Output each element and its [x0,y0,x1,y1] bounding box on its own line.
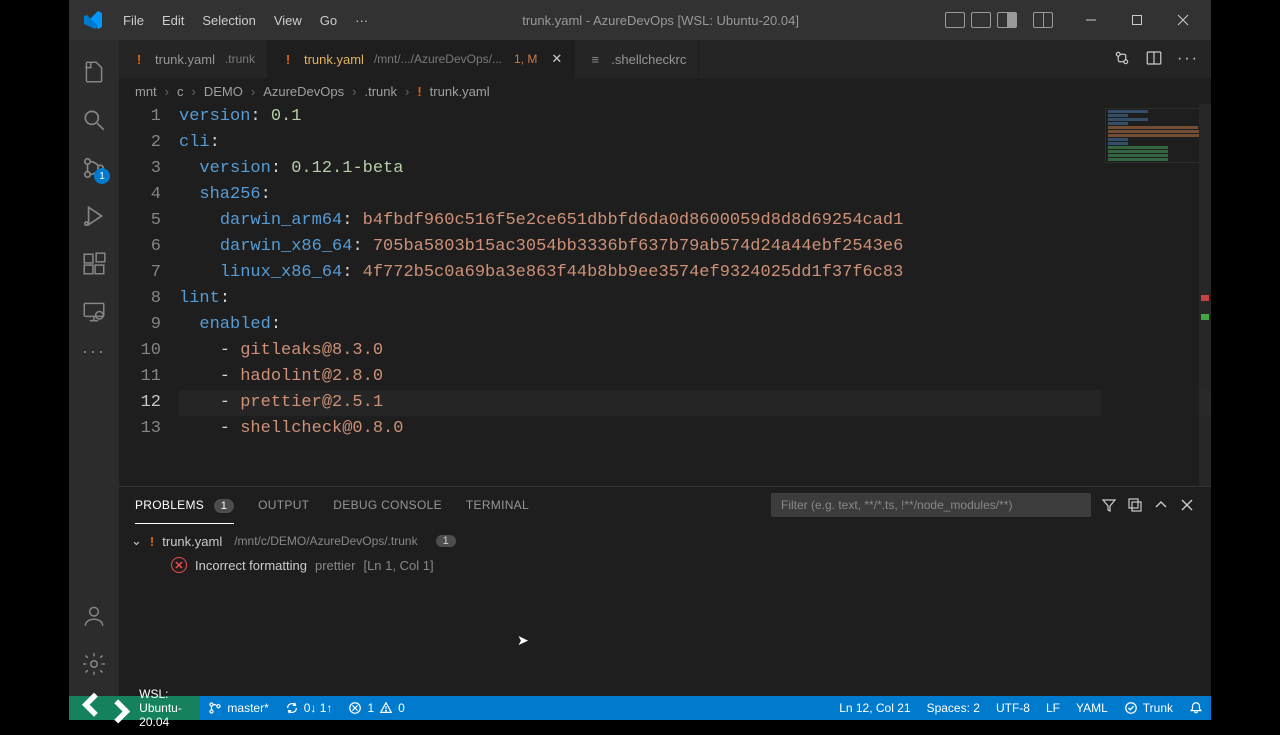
scm-badge: 1 [94,168,110,184]
close-icon[interactable]: ✕ [551,51,562,67]
status-trunk-label: Trunk [1143,701,1173,715]
run-debug-icon[interactable] [70,192,118,240]
status-remote-label: WSL: Ubuntu-20.04 [139,687,190,729]
tab-trunk-yaml-2[interactable]: ! trunk.yaml /mnt/.../AzureDevOps/... 1,… [268,40,575,78]
minimap[interactable]: T [1101,104,1211,486]
yaml-file-icon: ! [280,51,296,67]
menu-file[interactable]: File [115,9,152,32]
problems-count-badge: 1 [214,499,234,513]
tab-problem-indicator: 1, M [514,52,537,66]
line-number-gutter: 12345678910111213 [119,104,179,486]
status-problems[interactable]: 1 0 [340,696,412,720]
tab-output[interactable]: OUTPUT [258,494,309,516]
status-branch[interactable]: master* [200,696,276,720]
breadcrumb[interactable]: mnt› c› DEMO› AzureDevOps› .trunk› ! tru… [119,78,1211,104]
tab-label: trunk.yaml [304,52,364,67]
layout-icon-4[interactable] [1033,12,1053,28]
code-content[interactable]: version: 0.1cli: version: 0.12.1-beta sh… [179,104,1211,486]
menu-more[interactable]: ··· [347,9,376,32]
source-control-icon[interactable]: 1 [70,144,118,192]
problem-message: Incorrect formatting [195,558,307,573]
editor-tabs: ! trunk.yaml .trunk ! trunk.yaml /mnt/..… [119,40,1211,78]
tab-sublabel: /mnt/.../AzureDevOps/... [374,52,502,66]
explorer-icon[interactable] [70,48,118,96]
menu-go[interactable]: Go [312,9,345,32]
breadcrumb-item[interactable]: trunk.yaml [430,84,490,99]
filter-icon[interactable] [1101,497,1117,513]
status-errors-count: 1 [367,701,374,715]
problem-location: [Ln 1, Col 1] [363,558,433,573]
problem-file-count: 1 [436,535,456,547]
search-icon[interactable] [70,96,118,144]
bottom-panel: PROBLEMS 1 OUTPUT DEBUG CONSOLE TERMINAL [119,486,1211,696]
config-file-icon: ≡ [587,51,603,67]
breadcrumb-item[interactable]: mnt [135,84,157,99]
collapse-all-icon[interactable] [1127,497,1143,513]
window-close[interactable] [1163,5,1203,35]
activity-bar: 1 ··· [69,40,119,696]
problem-source: prettier [315,558,355,573]
compare-changes-icon[interactable] [1113,49,1131,70]
settings-gear-icon[interactable] [70,640,118,688]
yaml-file-icon: ! [417,84,421,99]
status-encoding[interactable]: UTF-8 [988,696,1038,720]
layout-icon-2[interactable] [971,12,991,28]
chevron-up-icon[interactable] [1153,497,1169,513]
extensions-icon[interactable] [70,240,118,288]
window-minimize[interactable] [1071,5,1111,35]
status-eol[interactable]: LF [1038,696,1068,720]
split-editor-icon[interactable] [1145,49,1163,70]
status-notifications-icon[interactable] [1181,696,1211,720]
status-language[interactable]: YAML [1068,696,1116,720]
titlebar: File Edit Selection View Go ··· trunk.ya… [69,0,1211,40]
account-icon[interactable] [70,592,118,640]
status-sync[interactable]: 0↓ 1↑ [277,696,341,720]
problem-file-path: /mnt/c/DEMO/AzureDevOps/.trunk [234,534,417,548]
tab-problems[interactable]: PROBLEMS 1 [135,494,234,516]
status-warnings-count: 0 [398,701,405,715]
breadcrumb-item[interactable]: c [177,84,184,99]
more-actions-icon[interactable]: ··· [1177,50,1199,68]
window-maximize[interactable] [1117,5,1157,35]
error-icon: ✕ [171,557,187,573]
menu-view[interactable]: View [266,9,310,32]
problem-file-name: trunk.yaml [162,534,222,549]
tab-problems-label: PROBLEMS [135,498,204,512]
menu-edit[interactable]: Edit [154,9,192,32]
status-trunk[interactable]: Trunk [1116,696,1181,720]
more-icon[interactable]: ··· [70,336,118,366]
tab-label: trunk.yaml [155,52,215,67]
status-bar: WSL: Ubuntu-20.04 master* 0↓ 1↑ 1 0 Ln 1… [69,696,1211,720]
window-title: trunk.yaml - AzureDevOps [WSL: Ubuntu-20… [376,13,945,28]
yaml-file-icon: ! [150,534,154,549]
chevron-down-icon[interactable]: ⌄ [131,533,142,549]
problem-file-row[interactable]: ⌄ ! trunk.yaml /mnt/c/DEMO/AzureDevOps/.… [131,529,1199,553]
tab-label: .shellcheckrc [611,52,686,67]
yaml-file-icon: ! [131,51,147,67]
status-remote[interactable]: WSL: Ubuntu-20.04 [69,696,200,720]
tab-trunk-yaml-1[interactable]: ! trunk.yaml .trunk [119,40,268,78]
problems-filter-input[interactable] [771,493,1091,517]
close-panel-icon[interactable] [1179,497,1195,513]
status-indentation[interactable]: Spaces: 2 [919,696,988,720]
menu-selection[interactable]: Selection [194,9,263,32]
vscode-logo-icon [81,8,105,32]
tab-debug-console[interactable]: DEBUG CONSOLE [333,494,442,516]
status-branch-label: master* [227,701,268,715]
breadcrumb-item[interactable]: DEMO [204,84,243,99]
tab-shellcheckrc[interactable]: ≡ .shellcheckrc [575,40,699,78]
layout-icon-1[interactable] [945,12,965,28]
tab-sublabel: .trunk [225,52,255,66]
breadcrumb-item[interactable]: .trunk [364,84,397,99]
status-cursor-position[interactable]: Ln 12, Col 21 [831,696,918,720]
tab-terminal[interactable]: TERMINAL [466,494,529,516]
status-sync-label: 0↓ 1↑ [304,701,333,715]
remote-explorer-icon[interactable] [70,288,118,336]
breadcrumb-item[interactable]: AzureDevOps [263,84,344,99]
code-editor[interactable]: 12345678910111213 version: 0.1cli: versi… [119,104,1211,486]
layout-icon-3[interactable] [997,12,1017,28]
problem-item[interactable]: ✕ Incorrect formatting prettier [Ln 1, C… [131,553,1199,577]
